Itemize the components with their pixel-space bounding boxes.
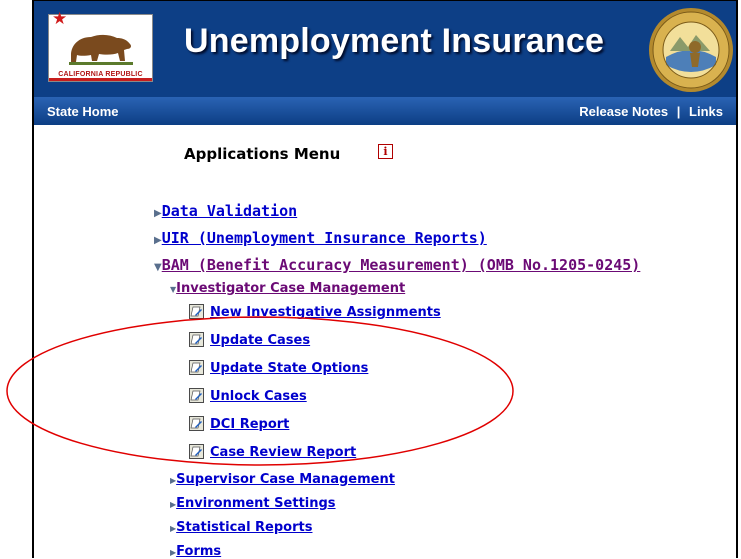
nav-right-links: Release Notes | Links (579, 104, 723, 119)
triangle-right-icon[interactable]: ▶ (154, 208, 162, 219)
document-icon (189, 416, 204, 431)
submenu-statistical-reports: ▶Statistical Reports (170, 516, 312, 535)
case-review-report-link[interactable]: Case Review Report (210, 445, 356, 460)
investigator-case-management-link[interactable]: Investigator Case Management (176, 281, 405, 296)
flag-stripe (49, 78, 152, 81)
menu-item-data-validation: ▶Data Validation (154, 201, 297, 220)
unlock-cases-link[interactable]: Unlock Cases (210, 389, 307, 404)
list-item-unlock-cases: Unlock Cases (189, 385, 307, 404)
app-frame: ★ CALIFORNIA REPUBLIC Unemployment Insur… (32, 0, 738, 559)
update-cases-link[interactable]: Update Cases (210, 333, 310, 348)
submenu-environment-settings: ▶Environment Settings (170, 492, 336, 511)
dci-report-link[interactable]: DCI Report (210, 417, 289, 432)
state-home-link[interactable]: State Home (47, 104, 119, 119)
list-item-dci-report: DCI Report (189, 413, 289, 432)
new-investigative-assignments-link[interactable]: New Investigative Assignments (210, 305, 441, 320)
list-item-update-state-options: Update State Options (189, 357, 368, 376)
data-validation-link[interactable]: Data Validation (162, 202, 297, 220)
california-flag-logo: ★ CALIFORNIA REPUBLIC (48, 9, 153, 82)
nav-separator: | (676, 104, 681, 119)
red-star-icon: ★ (52, 9, 68, 29)
flag-text: CALIFORNIA REPUBLIC (58, 71, 143, 78)
submenu-supervisor-case-management: ▶Supervisor Case Management (170, 468, 395, 487)
document-icon (189, 304, 204, 319)
release-notes-link[interactable]: Release Notes (579, 104, 668, 119)
update-state-options-link[interactable]: Update State Options (210, 361, 368, 376)
state-seal-icon (649, 8, 733, 92)
menu-item-bam: ▼BAM (Benefit Accuracy Measurement) (OMB… (154, 255, 640, 274)
menu-item-uir: ▶UIR (Unemployment Insurance Reports) (154, 228, 487, 247)
forms-link[interactable]: Forms (176, 544, 221, 559)
list-item-case-review-report: Case Review Report (189, 441, 356, 460)
bear-icon (69, 34, 133, 65)
list-item-new-investigative-assignments: New Investigative Assignments (189, 301, 441, 320)
document-icon (189, 332, 204, 347)
document-icon (189, 444, 204, 459)
uir-link[interactable]: UIR (Unemployment Insurance Reports) (162, 229, 487, 247)
document-icon (189, 360, 204, 375)
applications-menu-heading: Applications Menu (184, 145, 341, 163)
submenu-forms: ▶Forms (170, 540, 221, 559)
bam-link[interactable]: BAM (Benefit Accuracy Measurement) (OMB … (162, 256, 641, 274)
triangle-down-icon[interactable]: ▼ (154, 262, 162, 273)
triangle-right-icon[interactable]: ▶ (154, 235, 162, 246)
submenu-investigator-case-management: ▼Investigator Case Management (170, 277, 405, 296)
document-icon (189, 388, 204, 403)
environment-settings-link[interactable]: Environment Settings (176, 496, 335, 511)
statistical-reports-link[interactable]: Statistical Reports (176, 520, 312, 535)
nav-bar: State Home Release Notes | Links (34, 97, 736, 125)
page-header: ★ CALIFORNIA REPUBLIC Unemployment Insur… (34, 1, 736, 97)
list-item-update-cases: Update Cases (189, 329, 310, 348)
links-link[interactable]: Links (689, 104, 723, 119)
page-title: Unemployment Insurance (184, 22, 605, 60)
supervisor-case-management-link[interactable]: Supervisor Case Management (176, 472, 395, 487)
info-icon[interactable]: i (378, 144, 393, 159)
